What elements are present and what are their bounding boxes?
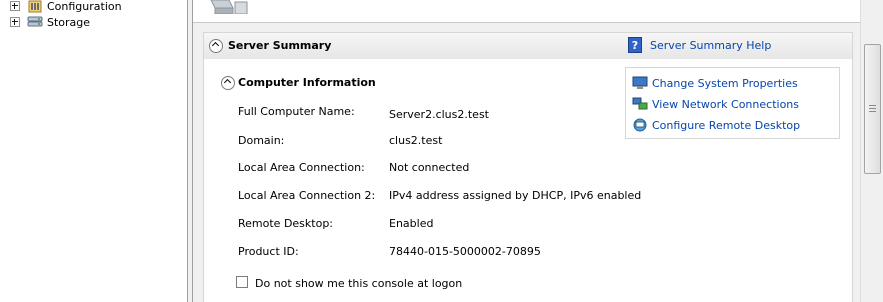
vertical-scrollbar[interactable] [860, 0, 883, 302]
field-label: Local Area Connection 2: [238, 189, 376, 202]
help-icon: ? [628, 37, 642, 53]
view-network-connections-link[interactable]: View Network Connections [632, 97, 799, 111]
header-banner [193, 0, 860, 23]
configuration-icon [28, 0, 42, 13]
change-system-properties-link[interactable]: Change System Properties [632, 76, 798, 90]
do-not-show-checkbox[interactable] [236, 276, 248, 288]
action-label[interactable]: View Network Connections [652, 98, 799, 111]
server-icon [210, 0, 248, 14]
field-label: Local Area Connection: [238, 161, 365, 174]
network-connections-icon [632, 97, 648, 110]
actions-panel: Change System Properties View Network Co… [625, 67, 840, 139]
field-value: clus2.test [389, 134, 443, 147]
server-summary-header: Server Summary ? Server Summary Help [203, 32, 853, 60]
action-label[interactable]: Configure Remote Desktop [652, 119, 800, 132]
server-summary-title: Server Summary [228, 39, 332, 52]
grip-line [869, 108, 876, 109]
computer-information-title: Computer Information [238, 76, 376, 89]
expand-icon[interactable] [10, 17, 20, 27]
scrollbar-thumb[interactable] [864, 44, 881, 174]
collapse-icon[interactable] [221, 76, 235, 90]
server-summary-help-link[interactable]: ? Server Summary Help [628, 37, 771, 53]
field-label: Remote Desktop: [238, 217, 334, 230]
tree-item-storage[interactable]: Storage [10, 14, 90, 30]
tree-item-label: Configuration [47, 0, 122, 13]
storage-icon [27, 16, 43, 27]
field-value: 78440-015-5000002-70895 [389, 245, 541, 258]
action-label[interactable]: Change System Properties [652, 77, 798, 90]
expand-icon[interactable] [10, 1, 20, 11]
navigation-tree: Configuration Storage [0, 0, 188, 302]
help-link-label[interactable]: Server Summary Help [650, 39, 771, 52]
field-value: Not connected [389, 161, 470, 174]
svg-text:?: ? [632, 39, 638, 52]
tree-item-label: Storage [47, 15, 91, 29]
remote-desktop-icon [633, 118, 647, 132]
grip-line [869, 105, 876, 106]
grip-line [869, 111, 876, 112]
configure-remote-desktop-link[interactable]: Configure Remote Desktop [632, 118, 800, 132]
field-value: IPv4 address assigned by DHCP, IPv6 enab… [389, 189, 642, 202]
server-summary-body: Computer Information Change System Prope… [203, 59, 853, 302]
field-value: Server2.clus2.test [389, 108, 489, 121]
field-label: Domain: [238, 134, 285, 147]
field-value: Enabled [389, 217, 434, 230]
field-label: Full Computer Name: [238, 105, 355, 118]
tree-item-configuration[interactable]: Configuration [10, 0, 122, 14]
system-properties-icon [632, 76, 648, 89]
checkbox-label[interactable]: Do not show me this console at logon [255, 277, 462, 290]
collapse-icon[interactable] [209, 39, 223, 53]
main-content: Server Summary ? Server Summary Help Com… [193, 0, 860, 302]
field-label: Product ID: [238, 245, 299, 258]
